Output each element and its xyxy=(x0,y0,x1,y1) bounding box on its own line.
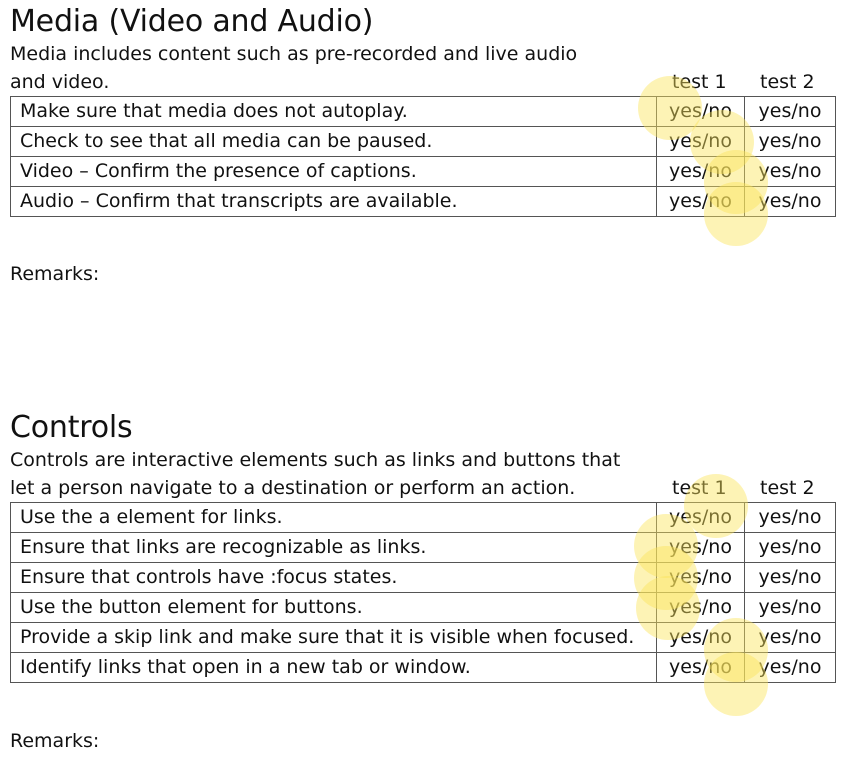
test2-cell[interactable]: yes/no xyxy=(744,562,836,593)
test1-cell[interactable]: yes/no xyxy=(656,652,745,683)
media-test1-header: test 1 xyxy=(672,71,727,93)
table-row: Use the a element for links. yes/no yes/… xyxy=(10,502,836,533)
table-row: Audio – Confirm that transcripts are ava… xyxy=(10,186,836,217)
checklist-item: Ensure that links are recognizable as li… xyxy=(10,532,657,563)
checklist-item: Video – Confirm the presence of captions… xyxy=(10,156,657,187)
table-row: Check to see that all media can be pause… xyxy=(10,126,836,157)
test2-cell[interactable]: yes/no xyxy=(744,592,836,623)
table-row: Ensure that controls have :focus states.… xyxy=(10,562,836,593)
table-row: Video – Confirm the presence of captions… xyxy=(10,156,836,187)
media-checklist-table: Make sure that media does not autoplay. … xyxy=(10,96,836,217)
checklist-item: Ensure that controls have :focus states. xyxy=(10,562,657,593)
checklist-item: Check to see that all media can be pause… xyxy=(10,126,657,157)
test1-cell[interactable]: yes/no xyxy=(656,186,745,217)
table-row: Use the button element for buttons. yes/… xyxy=(10,592,836,623)
test1-cell[interactable]: yes/no xyxy=(656,126,745,157)
controls-checklist-table: Use the a element for links. yes/no yes/… xyxy=(10,502,836,683)
media-remarks-label: Remarks: xyxy=(10,263,100,285)
test1-cell[interactable]: yes/no xyxy=(656,96,745,127)
checklist-item: Make sure that media does not autoplay. xyxy=(10,96,657,127)
media-section: Media (Video and Audio) Media includes c… xyxy=(10,4,836,217)
test2-cell[interactable]: yes/no xyxy=(744,156,836,187)
media-description-line1: Media includes content such as pre-recor… xyxy=(10,43,578,65)
media-test2-header: test 2 xyxy=(760,71,815,93)
table-row: Make sure that media does not autoplay. … xyxy=(10,96,836,127)
checklist-item: Identify links that open in a new tab or… xyxy=(10,652,657,683)
checklist-item: Use the a element for links. xyxy=(10,502,657,533)
test2-cell[interactable]: yes/no xyxy=(744,622,836,653)
table-row: Provide a skip link and make sure that i… xyxy=(10,622,836,653)
test2-cell[interactable]: yes/no xyxy=(744,652,836,683)
test2-cell[interactable]: yes/no xyxy=(744,126,836,157)
test2-cell[interactable]: yes/no xyxy=(744,96,836,127)
controls-test2-header: test 2 xyxy=(760,477,815,499)
table-row: Ensure that links are recognizable as li… xyxy=(10,532,836,563)
test1-cell[interactable]: yes/no xyxy=(656,562,745,593)
media-heading: Media (Video and Audio) xyxy=(10,4,374,39)
test1-cell[interactable]: yes/no xyxy=(656,156,745,187)
test1-cell[interactable]: yes/no xyxy=(656,502,745,533)
checklist-item: Use the button element for buttons. xyxy=(10,592,657,623)
checklist-item: Provide a skip link and make sure that i… xyxy=(10,622,657,653)
checklist-item: Audio – Confirm that transcripts are ava… xyxy=(10,186,657,217)
test2-cell[interactable]: yes/no xyxy=(744,532,836,563)
test2-cell[interactable]: yes/no xyxy=(744,502,836,533)
controls-remarks-label: Remarks: xyxy=(10,730,100,752)
controls-heading: Controls xyxy=(10,410,133,445)
controls-description-line1: Controls are interactive elements such a… xyxy=(10,449,621,471)
table-row: Identify links that open in a new tab or… xyxy=(10,652,836,683)
controls-section: Controls Controls are interactive elemen… xyxy=(10,410,836,683)
controls-test1-header: test 1 xyxy=(672,477,727,499)
test2-cell[interactable]: yes/no xyxy=(744,186,836,217)
test1-cell[interactable]: yes/no xyxy=(656,532,745,563)
test1-cell[interactable]: yes/no xyxy=(656,592,745,623)
test1-cell[interactable]: yes/no xyxy=(656,622,745,653)
